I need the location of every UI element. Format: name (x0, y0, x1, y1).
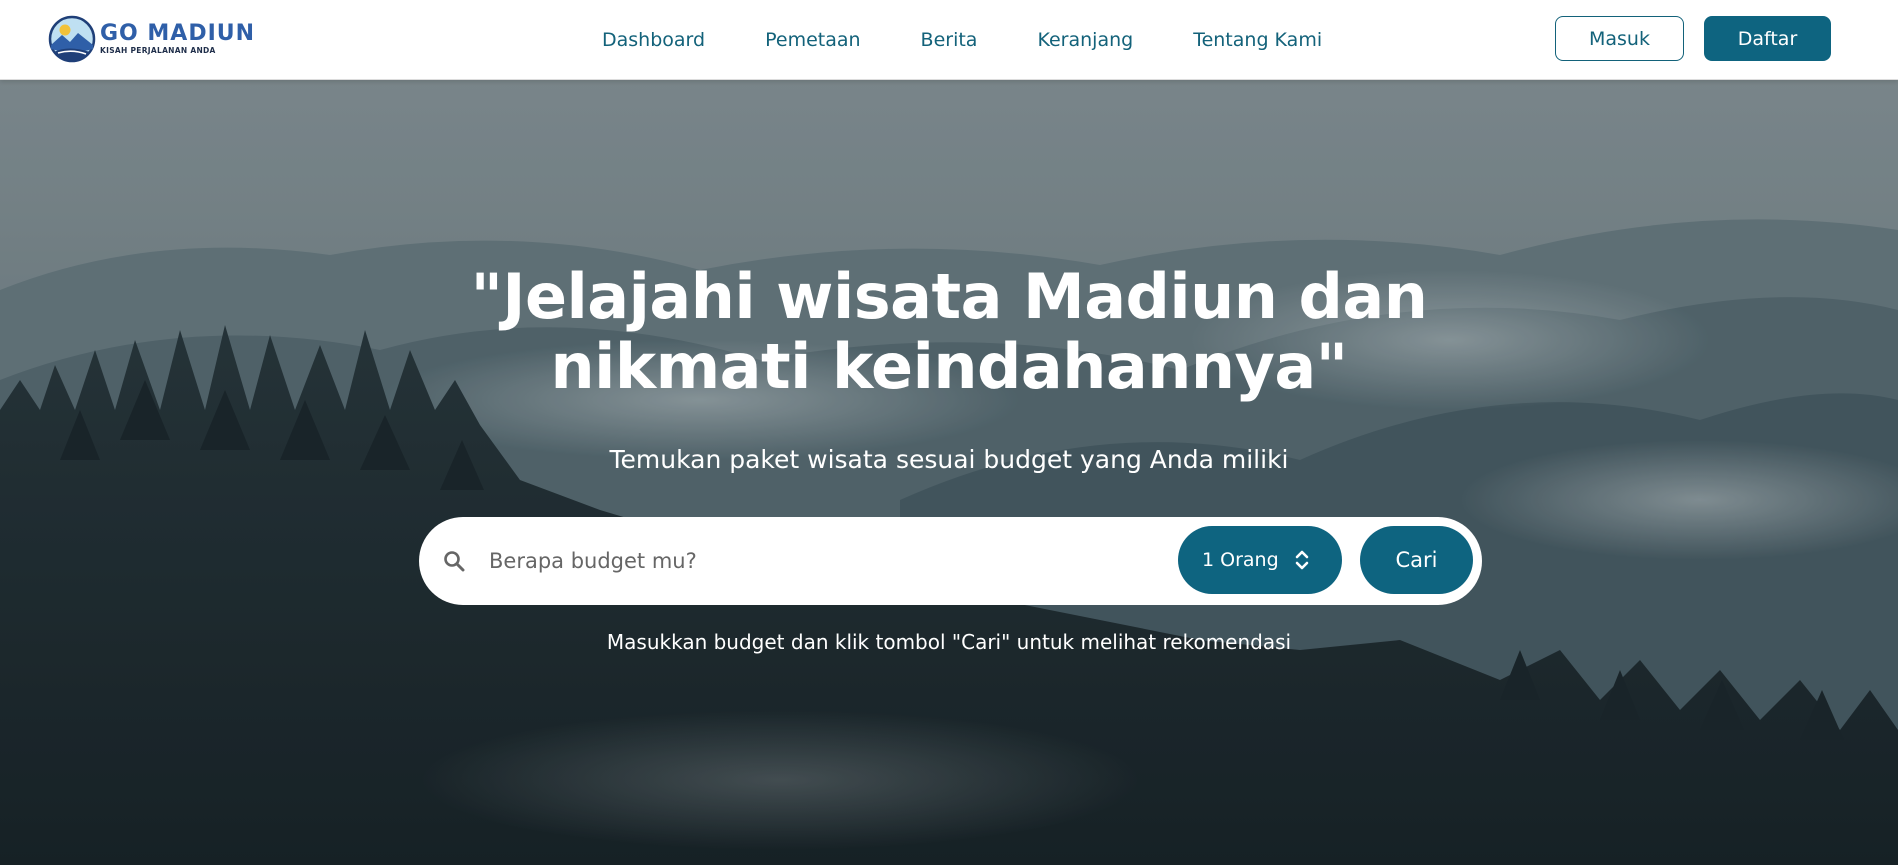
nav-item-dashboard[interactable]: Dashboard (602, 29, 705, 51)
top-navbar: GO MADIUN KISAH PERJALANAN ANDA Dashboar… (0, 0, 1898, 80)
people-count-select[interactable]: 1 Orang (1178, 526, 1342, 594)
people-count-value: 1 Orang (1202, 549, 1279, 571)
main-nav: Dashboard Pemetaan Berita Keranjang Tent… (602, 0, 1322, 80)
brand-tagline: KISAH PERJALANAN ANDA (100, 46, 216, 55)
go-madiun-logo-icon (48, 15, 96, 63)
brand-logo[interactable]: GO MADIUN KISAH PERJALANAN ANDA (48, 14, 255, 64)
nav-item-keranjang[interactable]: Keranjang (1037, 29, 1133, 51)
brand-title: GO MADIUN (100, 21, 256, 46)
search-hint: Masukkan budget dan klik tombol "Cari" u… (606, 630, 1292, 654)
hero-title: "Jelajahi wisata Madiun dan nikmati kein… (470, 260, 1428, 403)
register-button[interactable]: Daftar (1704, 16, 1831, 61)
hero-subtitle: Temukan paket wisata sesuai budget yang … (609, 445, 1289, 474)
login-button[interactable]: Masuk (1555, 16, 1684, 61)
nav-item-tentang-kami[interactable]: Tentang Kami (1193, 29, 1322, 51)
budget-search-bar: 1 Orang Cari (419, 517, 1482, 605)
hero-section: "Jelajahi wisata Madiun dan nikmati kein… (0, 80, 1898, 865)
nav-item-pemetaan[interactable]: Pemetaan (765, 29, 860, 51)
search-icon (444, 551, 465, 572)
nav-item-berita[interactable]: Berita (921, 29, 978, 51)
search-button[interactable]: Cari (1360, 526, 1473, 594)
budget-input[interactable] (489, 537, 1089, 585)
updown-chevron-icon (1295, 550, 1309, 570)
